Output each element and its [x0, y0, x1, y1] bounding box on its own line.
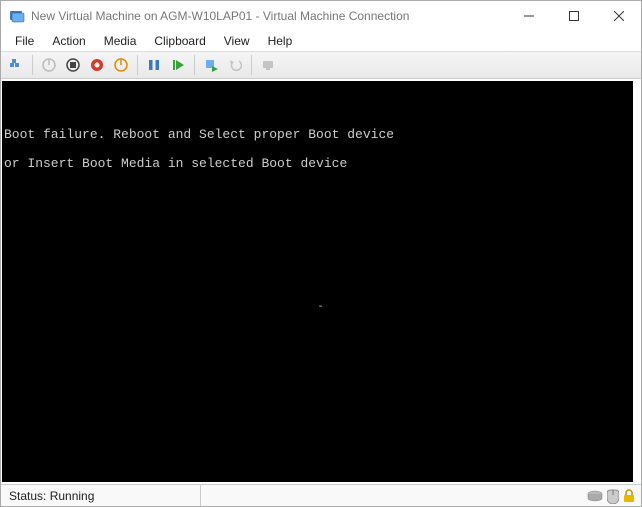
console-line: Boot failure. Reboot and Select proper B…	[4, 128, 631, 142]
toolbar	[1, 51, 641, 79]
status-cell: Status: Running	[1, 485, 201, 506]
minimize-button[interactable]	[506, 1, 551, 31]
console-line: or Insert Boot Media in selected Boot de…	[4, 157, 631, 171]
menubar: File Action Media Clipboard View Help	[1, 31, 641, 51]
maximize-button[interactable]	[551, 1, 596, 31]
status-label: Status:	[9, 489, 46, 503]
reset-button[interactable]	[167, 54, 189, 76]
text-cursor: -	[318, 302, 324, 313]
titlebar: New Virtual Machine on AGM-W10LAP01 - Vi…	[1, 1, 641, 31]
window-title: New Virtual Machine on AGM-W10LAP01 - Vi…	[31, 9, 506, 23]
window-controls	[506, 1, 641, 31]
menu-view[interactable]: View	[216, 32, 258, 50]
menu-help[interactable]: Help	[260, 32, 301, 50]
disk-icon	[587, 490, 603, 502]
menu-file[interactable]: File	[7, 32, 42, 50]
start-button[interactable]	[38, 54, 60, 76]
lock-icon	[623, 489, 635, 503]
pause-button[interactable]	[143, 54, 165, 76]
toolbar-separator	[194, 55, 195, 75]
status-value: Running	[50, 489, 95, 503]
app-icon	[9, 8, 25, 24]
vm-console[interactable]: Boot failure. Reboot and Select proper B…	[2, 81, 633, 482]
menu-clipboard[interactable]: Clipboard	[146, 32, 213, 50]
save-button[interactable]	[110, 54, 132, 76]
toolbar-separator	[251, 55, 252, 75]
menu-media[interactable]: Media	[96, 32, 145, 50]
ctrl-alt-del-button[interactable]	[5, 54, 27, 76]
menu-action[interactable]: Action	[44, 32, 93, 50]
toolbar-separator	[137, 55, 138, 75]
turn-off-button[interactable]	[62, 54, 84, 76]
checkpoint-button[interactable]	[200, 54, 222, 76]
enhanced-session-button[interactable]	[257, 54, 279, 76]
status-tray	[581, 488, 641, 504]
close-button[interactable]	[596, 1, 641, 31]
shut-down-button[interactable]	[86, 54, 108, 76]
statusbar: Status: Running	[1, 484, 641, 506]
revert-button[interactable]	[224, 54, 246, 76]
toolbar-separator	[32, 55, 33, 75]
mouse-icon	[607, 488, 619, 504]
